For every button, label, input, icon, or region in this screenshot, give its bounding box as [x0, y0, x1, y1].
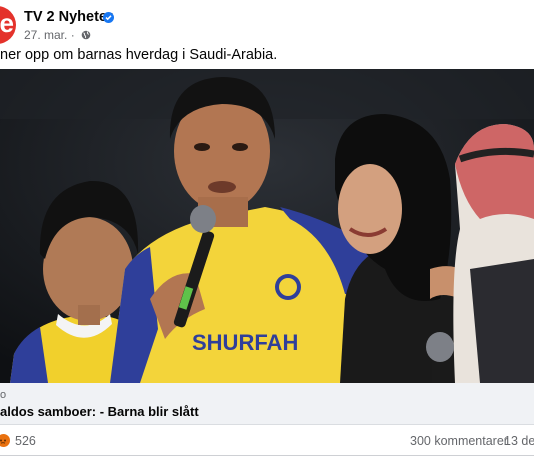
post-caption: ner opp om barnas hverdag i Saudi-Arabia…	[0, 47, 278, 63]
page-avatar[interactable]: e	[0, 6, 16, 44]
reaction-count[interactable]: 526	[15, 434, 36, 448]
angry-reaction-icon[interactable]	[0, 433, 11, 448]
page-name-link[interactable]: TV 2 Nyheter	[24, 9, 113, 25]
post-header: e TV 2 Nyheter 27. mar. · ner opp om bar…	[0, 0, 534, 63]
post-date-link[interactable]: 27. mar.	[24, 28, 67, 42]
post-photo[interactable]: SHURFAH	[0, 69, 534, 383]
action-bar-divider	[0, 455, 534, 462]
globe-icon[interactable]	[81, 30, 91, 40]
link-domain: o	[0, 389, 7, 401]
link-title[interactable]: aldos samboer: - Barna blir slått	[0, 404, 199, 419]
avatar-logo-icon: e	[0, 8, 14, 38]
jersey-sponsor-text: SHURFAH	[192, 330, 298, 355]
post-meta: 27. mar. ·	[24, 28, 91, 42]
comments-count-link[interactable]: 300 kommentarer	[410, 434, 508, 448]
reactions-bar: 526 300 kommentarer 13 del	[0, 425, 534, 455]
photo-illustration: SHURFAH	[0, 69, 534, 383]
shares-count-link[interactable]: 13 del	[504, 434, 534, 448]
facebook-post: e TV 2 Nyheter 27. mar. · ner opp om bar…	[0, 0, 534, 462]
link-preview[interactable]: o aldos samboer: - Barna blir slått	[0, 383, 534, 425]
verified-badge-icon	[103, 12, 114, 23]
